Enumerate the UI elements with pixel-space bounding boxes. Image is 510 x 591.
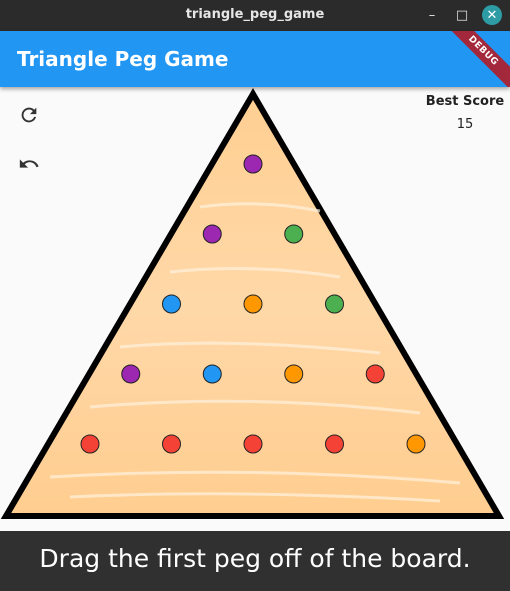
- peg-blue[interactable]: [162, 294, 181, 314]
- game-board: [0, 88, 505, 519]
- peg-red[interactable]: [80, 434, 100, 454]
- peg-purple[interactable]: [243, 154, 263, 174]
- peg-green[interactable]: [325, 294, 344, 314]
- debug-banner: DEBUG: [438, 31, 510, 87]
- maximize-button[interactable]: □: [452, 5, 472, 25]
- peg-red[interactable]: [243, 434, 263, 454]
- peg-purple[interactable]: [121, 364, 141, 384]
- status-bar: Drag the first peg off of the board.: [0, 531, 510, 591]
- peg-orange[interactable]: [284, 364, 304, 384]
- app-bar: Triangle Peg Game DEBUG: [0, 31, 510, 87]
- peg-red[interactable]: [325, 434, 344, 454]
- peg-red[interactable]: [162, 434, 181, 454]
- minimize-button[interactable]: –: [422, 5, 442, 25]
- close-button[interactable]: ✕: [482, 5, 502, 25]
- peg-green[interactable]: [284, 224, 304, 244]
- status-message: Drag the first peg off of the board.: [39, 544, 471, 573]
- peg-red[interactable]: [365, 364, 385, 384]
- peg-blue[interactable]: [202, 364, 222, 384]
- window-titlebar: triangle_peg_game – □ ✕: [0, 0, 510, 31]
- peg-orange[interactable]: [406, 434, 426, 454]
- peg-orange[interactable]: [243, 294, 263, 314]
- app-title: Triangle Peg Game: [17, 47, 229, 71]
- peg-purple[interactable]: [202, 224, 222, 244]
